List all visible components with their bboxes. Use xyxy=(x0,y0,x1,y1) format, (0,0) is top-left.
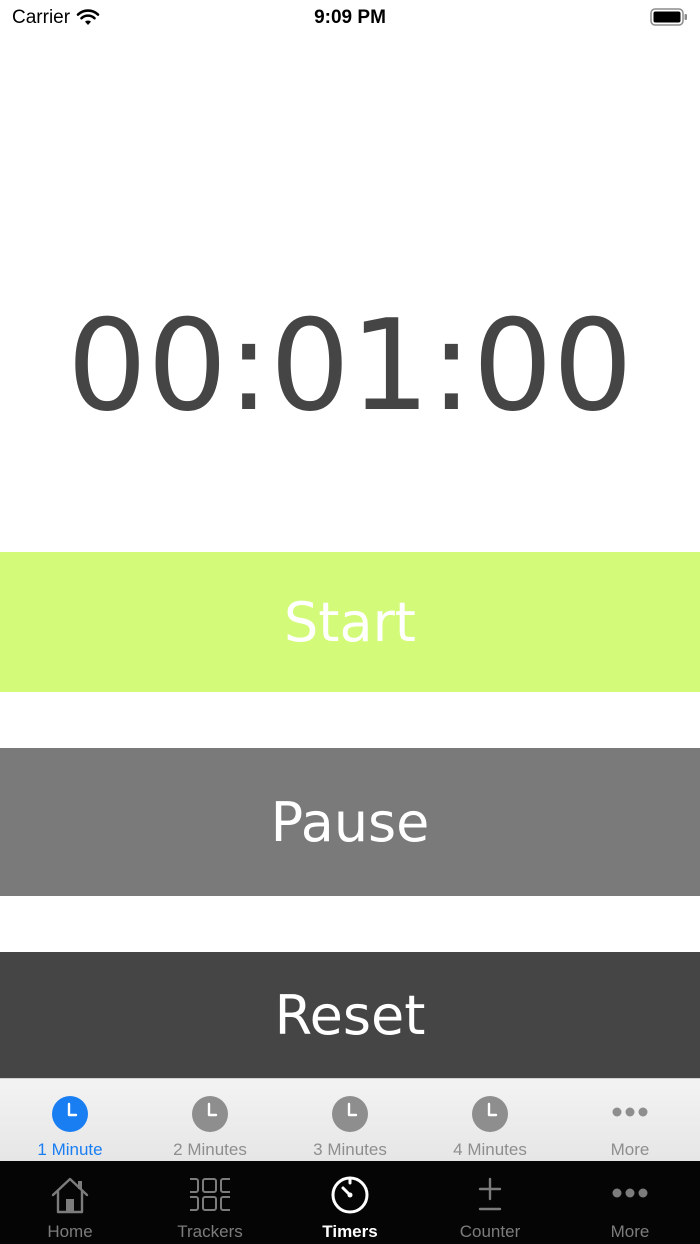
timer-display: 00:01:00 xyxy=(67,292,633,439)
reset-button-label: Reset xyxy=(274,983,426,1047)
grid-icon xyxy=(190,1178,230,1211)
tab-label: More xyxy=(610,1222,650,1241)
tab-label: Timers xyxy=(322,1222,378,1241)
tab-timers[interactable]: Timers xyxy=(280,1161,420,1244)
tab-home[interactable]: Home xyxy=(0,1161,140,1244)
more-icon xyxy=(612,1107,648,1117)
tab-more[interactable]: More xyxy=(560,1161,700,1244)
reset-button[interactable]: Reset xyxy=(0,952,700,1078)
tab-label: 4 Minutes xyxy=(453,1140,527,1159)
start-button[interactable]: Start xyxy=(0,552,700,692)
tab-label: More xyxy=(610,1140,650,1159)
tab-trackers[interactable]: Trackers xyxy=(140,1161,280,1244)
pause-button[interactable]: Pause xyxy=(0,748,700,896)
tab-1-minute[interactable]: 1 Minute xyxy=(0,1079,140,1162)
clock-icon xyxy=(52,1096,88,1132)
tab-label: Trackers xyxy=(177,1222,243,1241)
tab-label: Counter xyxy=(459,1222,521,1241)
tab-2-minutes[interactable]: 2 Minutes xyxy=(140,1079,280,1162)
battery-icon xyxy=(650,8,687,26)
home-icon xyxy=(51,1177,89,1214)
tab-4-minutes[interactable]: 4 Minutes xyxy=(420,1079,560,1162)
more-icon xyxy=(612,1188,648,1198)
status-time: 9:09 PM xyxy=(314,7,386,28)
tab-more-timers[interactable]: More xyxy=(560,1079,700,1162)
timer-tab-bar: 1 Minute 2 Minutes 3 Minutes 4 Minutes M… xyxy=(0,1078,700,1161)
tab-3-minutes[interactable]: 3 Minutes xyxy=(280,1079,420,1162)
pause-button-label: Pause xyxy=(270,790,430,854)
counter-icon xyxy=(478,1177,502,1211)
clock-icon xyxy=(472,1096,508,1132)
tab-label: 3 Minutes xyxy=(313,1140,387,1159)
tab-label: Home xyxy=(47,1222,93,1241)
main-tab-bar: Home Trackers Timers Counter More xyxy=(0,1161,700,1244)
start-button-label: Start xyxy=(284,590,416,654)
status-bar: Carrier 9:09 PM xyxy=(0,0,700,36)
clock-icon xyxy=(332,1096,368,1132)
tab-label: 1 Minute xyxy=(37,1140,103,1159)
tab-label: 2 Minutes xyxy=(173,1140,247,1159)
tab-counter[interactable]: Counter xyxy=(420,1161,560,1244)
timer-icon xyxy=(331,1176,369,1214)
clock-icon xyxy=(192,1096,228,1132)
